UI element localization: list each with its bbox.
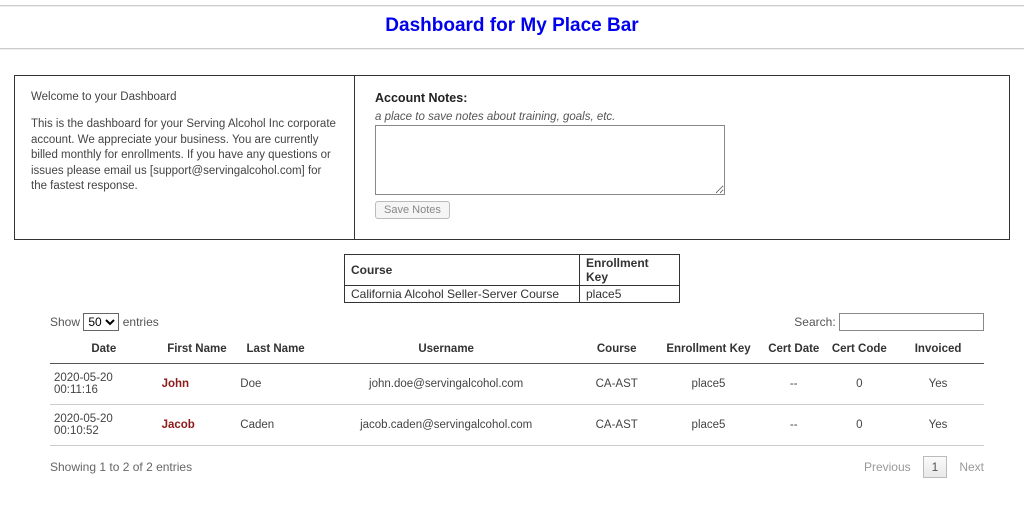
course-key-row: California Alcohol Seller-Server Course … (345, 286, 680, 303)
cell-key: place5 (656, 404, 761, 445)
notes-hint: a place to save notes about training, go… (375, 111, 989, 123)
th-first[interactable]: First Name (158, 337, 237, 363)
pager-prev[interactable]: Previous (864, 460, 911, 474)
cell-key: place5 (656, 363, 761, 404)
welcome-heading: Welcome to your Dashboard (31, 91, 338, 103)
table-info: Showing 1 to 2 of 2 entries (50, 460, 192, 474)
length-control: Show 50 entries (50, 313, 159, 331)
first-name-link[interactable]: Jacob (162, 419, 195, 431)
cell-last: Doe (236, 363, 315, 404)
cell-date: 2020-05-20 00:11:16 (50, 363, 158, 404)
notes-label: Account Notes: (375, 91, 989, 105)
length-select[interactable]: 50 (83, 313, 119, 331)
th-certcode[interactable]: Cert Code (827, 337, 893, 363)
cell-user: jacob.caden@servingalcohol.com (315, 404, 577, 445)
save-notes-button[interactable]: Save Notes (375, 201, 450, 219)
cell-course: CA-AST (577, 404, 656, 445)
notes-textarea[interactable] (375, 125, 725, 195)
notes-panel: Account Notes: a place to save notes abo… (355, 76, 1009, 239)
enrollments-area: Show 50 entries Search: Date First Name … (50, 313, 984, 478)
th-certdate[interactable]: Cert Date (761, 337, 827, 363)
cell-first: Jacob (158, 404, 237, 445)
length-prefix: Show (50, 315, 80, 329)
cell-invoiced: Yes (892, 404, 984, 445)
th-key[interactable]: Enrollment Key (656, 337, 761, 363)
welcome-body: This is the dashboard for your Serving A… (31, 117, 338, 195)
th-invoiced[interactable]: Invoiced (892, 337, 984, 363)
th-last[interactable]: Last Name (236, 337, 315, 363)
page-title: Dashboard for My Place Bar (385, 15, 638, 36)
enrollments-table: Date First Name Last Name Username Cours… (50, 337, 984, 446)
pager-page[interactable]: 1 (923, 456, 948, 478)
cell-certdate: -- (761, 363, 827, 404)
pager-next[interactable]: Next (959, 460, 984, 474)
cell-last: Caden (236, 404, 315, 445)
col-course: Course (345, 255, 580, 286)
enrollment-key-cell: place5 (580, 286, 680, 303)
th-date[interactable]: Date (50, 337, 158, 363)
search-input[interactable] (839, 313, 984, 331)
course-name-cell: California Alcohol Seller-Server Course (345, 286, 580, 303)
cell-certcode: 0 (827, 404, 893, 445)
th-course[interactable]: Course (577, 337, 656, 363)
table-row: 2020-05-20 00:10:52 Jacob Caden jacob.ca… (50, 404, 984, 445)
search-label: Search: (794, 315, 835, 329)
dashboard-panel: Welcome to your Dashboard This is the da… (14, 75, 1010, 240)
pager: Previous 1 Next (864, 456, 984, 478)
cell-course: CA-AST (577, 363, 656, 404)
cell-date: 2020-05-20 00:10:52 (50, 404, 158, 445)
table-row: 2020-05-20 00:11:16 John Doe john.doe@se… (50, 363, 984, 404)
col-key: Enrollment Key (580, 255, 680, 286)
first-name-link[interactable]: John (162, 378, 189, 390)
search-control: Search: (794, 313, 984, 331)
cell-certcode: 0 (827, 363, 893, 404)
length-suffix: entries (123, 315, 159, 329)
cell-invoiced: Yes (892, 363, 984, 404)
th-user[interactable]: Username (315, 337, 577, 363)
welcome-panel: Welcome to your Dashboard This is the da… (15, 76, 355, 239)
cell-first: John (158, 363, 237, 404)
course-key-table: Course Enrollment Key California Alcohol… (344, 254, 680, 303)
cell-certdate: -- (761, 404, 827, 445)
cell-user: john.doe@servingalcohol.com (315, 363, 577, 404)
